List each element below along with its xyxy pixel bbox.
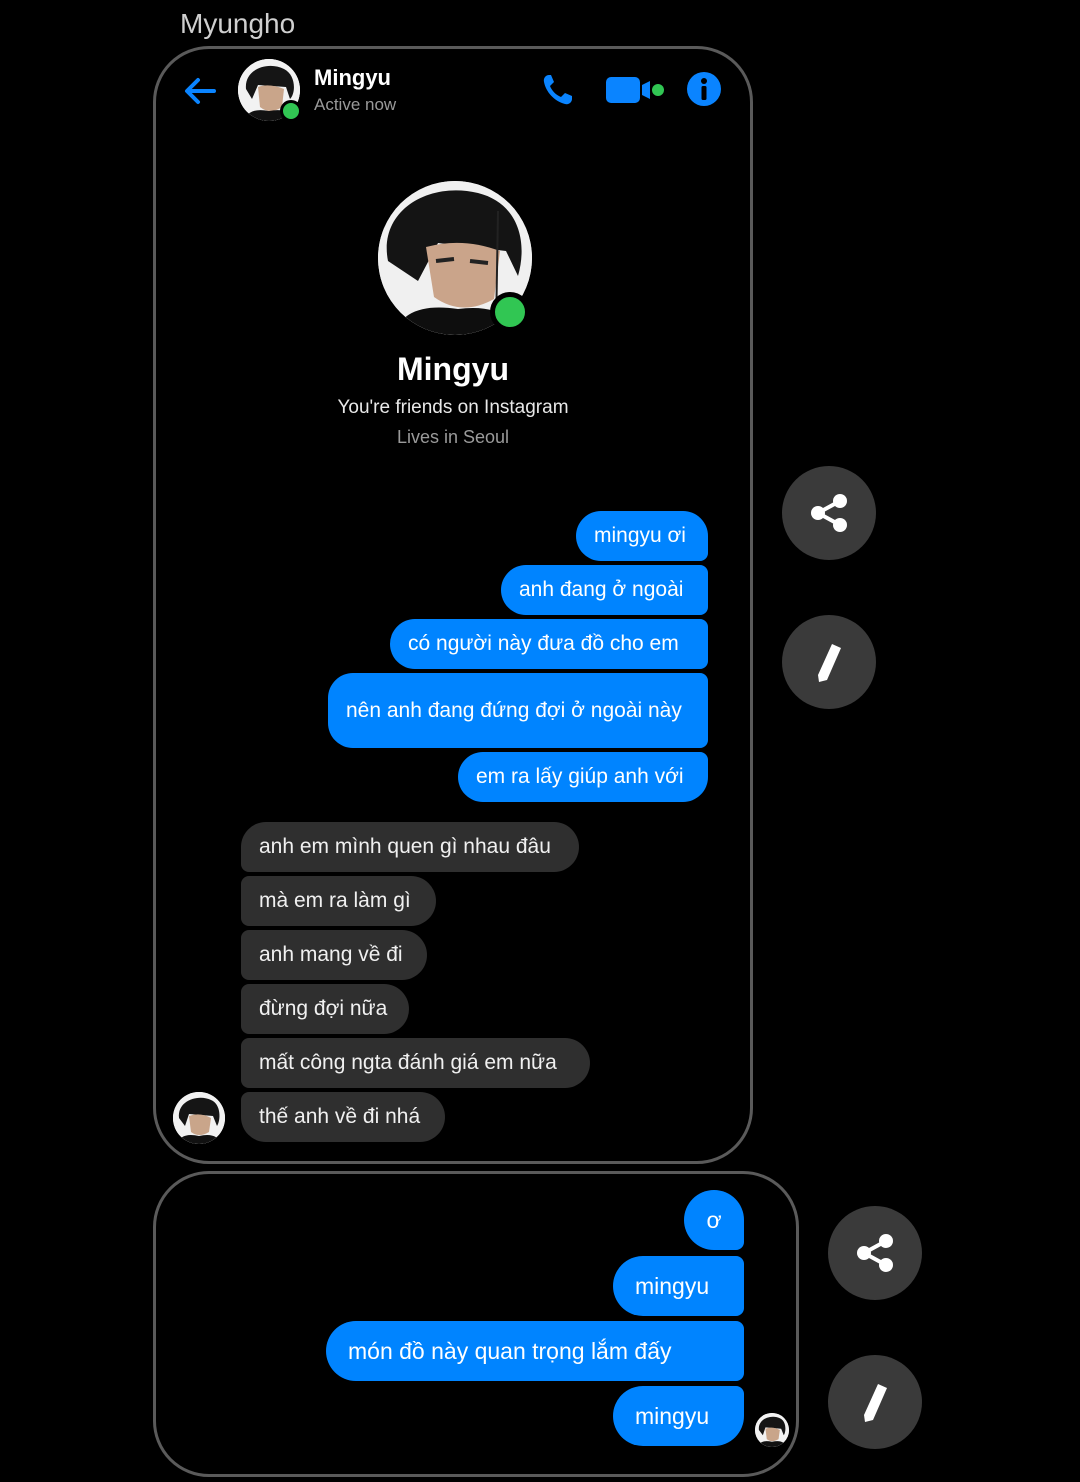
online-indicator xyxy=(490,292,530,332)
message-bubble-outgoing[interactable]: mingyu ơi xyxy=(576,511,708,561)
phone-icon[interactable] xyxy=(539,71,577,109)
message-bubble-incoming[interactable]: đừng đợi nữa xyxy=(241,984,409,1034)
video-camera-icon[interactable] xyxy=(606,73,664,107)
profile-name: Mingyu xyxy=(397,351,509,387)
share-icon xyxy=(857,1234,893,1272)
pencil-icon xyxy=(818,641,843,682)
message-bubble-outgoing[interactable]: món đồ này quan trọng lắm đấy xyxy=(326,1321,744,1381)
share-button[interactable] xyxy=(828,1206,922,1300)
message-bubble-outgoing[interactable]: có người này đưa đồ cho em xyxy=(390,619,708,669)
message-bubble-outgoing[interactable]: anh đang ở ngoài xyxy=(501,565,708,615)
share-button[interactable] xyxy=(782,466,876,560)
pencil-icon xyxy=(864,1381,889,1422)
edit-button[interactable] xyxy=(782,615,876,709)
message-bubble-incoming[interactable]: mất công ngta đánh giá em nữa xyxy=(241,1038,590,1088)
contact-name[interactable]: Mingyu xyxy=(314,65,391,91)
message-bubble-outgoing[interactable]: mingyu xyxy=(613,1386,744,1446)
message-bubble-outgoing[interactable]: mingyu xyxy=(613,1256,744,1316)
edit-button[interactable] xyxy=(828,1355,922,1449)
friends-context: You're friends on Instagram xyxy=(337,397,569,418)
message-bubble-incoming[interactable]: anh em mình quen gì nhau đâu xyxy=(241,822,579,872)
message-bubble-incoming[interactable]: anh mang về đi xyxy=(241,930,427,980)
share-icon xyxy=(811,494,847,532)
avatar[interactable] xyxy=(173,1092,225,1144)
message-bubble-outgoing[interactable]: ơ xyxy=(684,1190,744,1250)
sender-name: Myungho xyxy=(180,8,296,39)
seen-avatar xyxy=(755,1413,789,1447)
message-bubble-incoming[interactable]: mà em ra làm gì xyxy=(241,876,436,926)
message-bubble-outgoing[interactable]: em ra lấy giúp anh với xyxy=(458,752,708,802)
message-bubble-outgoing[interactable]: nên anh đang đứng đợi ở ngoài này xyxy=(328,673,708,748)
info-icon[interactable] xyxy=(686,71,722,107)
online-indicator xyxy=(280,100,302,122)
chat-screenshot-card: ơ mingyu món đồ này quan trọng lắm đấy m… xyxy=(153,1171,799,1477)
back-arrow-icon[interactable] xyxy=(180,71,220,111)
chat-screenshot-card: Mingyu Active now Mingyu You're friends … xyxy=(153,46,753,1164)
location-context: Lives in Seoul xyxy=(396,427,510,447)
active-status: Active now xyxy=(314,95,397,114)
message-bubble-incoming[interactable]: thế anh về đi nhá xyxy=(241,1092,445,1142)
